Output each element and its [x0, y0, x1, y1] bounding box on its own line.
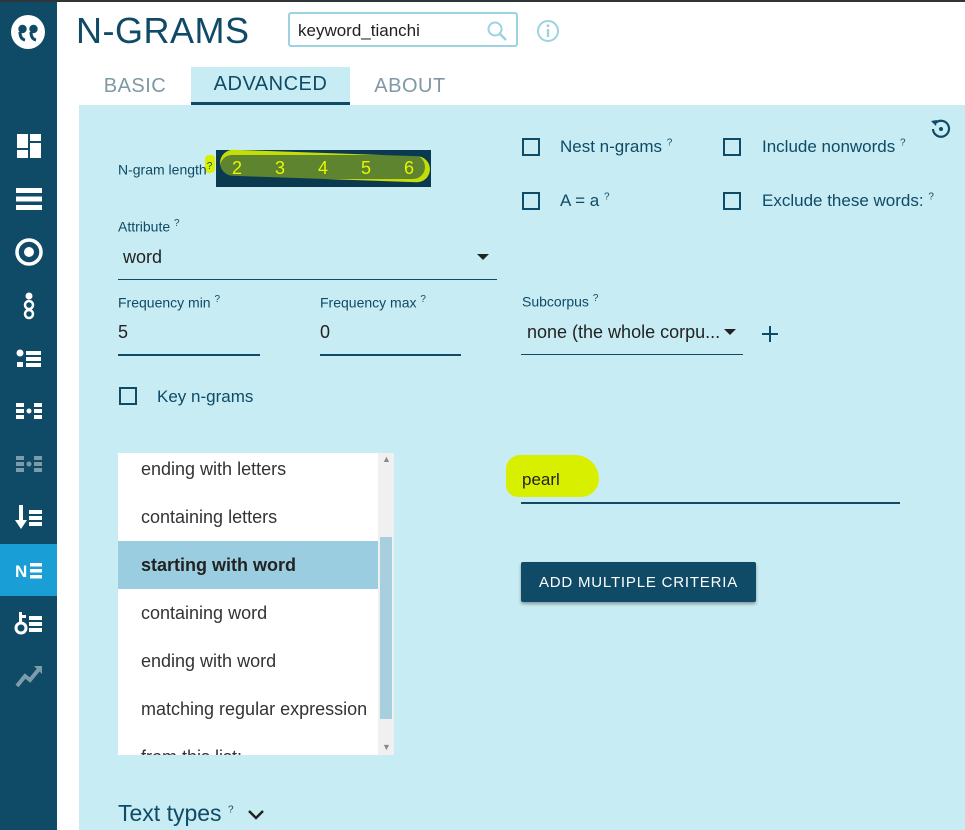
trends-icon: [14, 666, 42, 688]
dashboard-icon: [16, 134, 41, 158]
attribute-select-value[interactable]: word: [123, 247, 162, 268]
chevron-down-icon[interactable]: [724, 329, 736, 335]
criteria-list-scrollbar[interactable]: ▲ ▼: [378, 453, 394, 755]
ngram-length-5[interactable]: 5: [361, 158, 371, 179]
reset-icon[interactable]: [928, 117, 952, 141]
case-insensitive-checkbox[interactable]: [522, 192, 540, 210]
keywords-list-icon: [14, 612, 42, 635]
ngram-length-3[interactable]: 3: [275, 158, 285, 179]
parallel-list-disabled-icon: [15, 456, 42, 472]
nest-ngrams-label: Nest n-grams ?: [560, 137, 673, 156]
add-multiple-criteria-button[interactable]: ADD MULTIPLE CRITERIA: [521, 562, 756, 602]
sidebar-item-sort[interactable]: [0, 491, 57, 543]
list-item[interactable]: from this list:: [118, 733, 378, 756]
include-nonwords-label: Include nonwords ?: [762, 137, 906, 156]
list-item[interactable]: containing word: [118, 589, 378, 637]
sidebar-item-wordsketch-difference[interactable]: [0, 385, 57, 437]
scrollbar-thumb[interactable]: [380, 537, 392, 719]
freq-max-underline: [320, 354, 461, 356]
sidebar-item-keywords[interactable]: [0, 597, 57, 649]
list-item[interactable]: containing letters: [118, 493, 378, 541]
subcorpus-label: Subcorpus ?: [522, 293, 599, 310]
word-sketch-icon: [23, 292, 34, 320]
scroll-up-icon[interactable]: ▲: [382, 454, 391, 464]
sidebar-item-wordsketch[interactable]: [0, 279, 57, 331]
info-icon[interactable]: [536, 19, 560, 43]
tab-basic[interactable]: BASIC: [79, 67, 191, 105]
freq-min-label: Frequency min ?: [118, 294, 221, 311]
page-title: N-GRAMS: [76, 10, 250, 51]
sidebar-item-ngrams[interactable]: N: [0, 544, 57, 596]
add-subcorpus-icon[interactable]: [760, 324, 780, 344]
list-item-selected[interactable]: starting with word: [118, 541, 378, 589]
list-item[interactable]: ending with word: [118, 637, 378, 685]
sidebar-item-concordance[interactable]: [0, 226, 57, 278]
sidebar-item-parallel-disabled: [0, 438, 57, 490]
search-input[interactable]: [298, 20, 478, 42]
freq-max-input[interactable]: 0: [320, 322, 330, 343]
criteria-list[interactable]: ending with letters containing letters s…: [118, 453, 378, 755]
ngram-length-label: N-gram length?: [118, 161, 213, 178]
subcorpus-select-value[interactable]: none (the whole corpu...: [527, 322, 720, 343]
attribute-label: Attribute ?: [118, 218, 180, 235]
bullet-list-icon: [16, 349, 41, 367]
sidebar-item-thesaurus[interactable]: [0, 332, 57, 384]
search-icon[interactable]: [486, 20, 508, 42]
ngram-length-6[interactable]: 6: [404, 158, 414, 179]
freq-min-input[interactable]: 5: [118, 322, 128, 343]
sort-down-list-icon: [14, 505, 42, 529]
exclude-words-label: Exclude these words: ?: [762, 191, 934, 210]
scroll-down-icon[interactable]: ▼: [382, 742, 391, 752]
criteria-value-input[interactable]: pearl: [522, 470, 560, 490]
sketch-engine-logo-icon[interactable]: [10, 14, 46, 50]
window-top-border: [0, 0, 965, 2]
text-types-toggle[interactable]: Text types ?: [118, 800, 266, 827]
parallel-list-icon: [15, 403, 42, 419]
freq-min-underline: [118, 354, 260, 356]
sidebar-item-dashboard[interactable]: [0, 120, 57, 172]
include-nonwords-checkbox[interactable]: [723, 138, 741, 156]
chevron-down-icon[interactable]: [246, 808, 266, 822]
list-item[interactable]: ending with letters: [118, 453, 378, 493]
key-ngrams-checkbox[interactable]: [119, 387, 137, 405]
sidebar-item-trends: [0, 650, 57, 702]
tab-advanced[interactable]: ADVANCED: [191, 67, 350, 105]
attribute-underline: [118, 279, 497, 280]
case-insensitive-label: A = a ?: [560, 191, 610, 210]
target-icon: [14, 238, 43, 266]
ngram-list-icon: N: [15, 562, 42, 581]
exclude-words-checkbox[interactable]: [723, 192, 741, 210]
nest-ngrams-checkbox[interactable]: [522, 138, 540, 156]
sidebar-item-wordlist[interactable]: [0, 173, 57, 225]
list-item[interactable]: matching regular expression: [118, 685, 378, 733]
subcorpus-underline: [521, 354, 743, 355]
sidebar: N: [0, 2, 57, 830]
chevron-down-icon[interactable]: [477, 254, 489, 260]
freq-max-label: Frequency max ?: [320, 294, 426, 311]
search-box[interactable]: [288, 12, 518, 47]
ngram-length-2[interactable]: 2: [232, 158, 242, 179]
svg-text:N: N: [15, 562, 27, 581]
ngram-length-4[interactable]: 4: [318, 158, 328, 179]
criteria-value-underline: [521, 502, 900, 504]
key-ngrams-label: Key n-grams: [157, 387, 254, 406]
tab-about[interactable]: ABOUT: [350, 67, 470, 105]
list-icon: [15, 188, 42, 210]
